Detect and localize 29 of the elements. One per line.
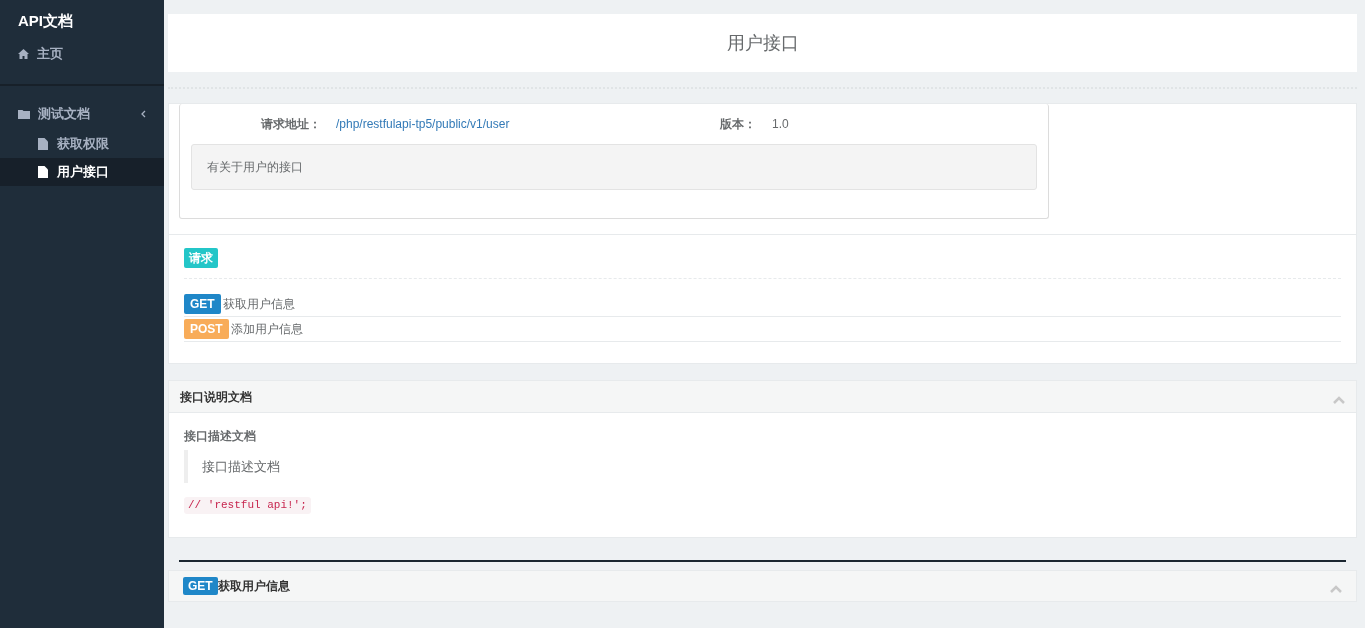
method-badge: GET: [184, 294, 221, 314]
version-label: 版本：: [719, 116, 756, 133]
method-badge: POST: [184, 319, 229, 339]
chevron-icon: [140, 110, 146, 118]
request-badge: 请求: [184, 248, 218, 268]
home-icon: [18, 49, 29, 59]
description-box: 有关于用户的接口: [191, 144, 1037, 190]
nav-item[interactable]: 用户接口: [0, 158, 164, 186]
panel-title: GET 获取用户信息: [183, 577, 290, 595]
url-link[interactable]: /php/restfulapi-tp5/public/v1/user: [336, 115, 716, 133]
file-icon: [38, 166, 48, 178]
nav-item[interactable]: 获取权限: [0, 130, 164, 158]
url-label: 请求地址：: [260, 116, 321, 133]
page-title: 用户接口: [726, 31, 799, 55]
chevron-up-icon[interactable]: [1330, 585, 1342, 593]
blockquote: 接口描述文档: [184, 450, 1341, 483]
chevron-up-icon[interactable]: [1333, 395, 1345, 404]
nav-group[interactable]: 测试文档: [0, 98, 164, 130]
folder-icon: [18, 109, 30, 119]
code-snippet: // 'restful api!';: [184, 497, 311, 514]
version-value: 1.0: [772, 116, 789, 133]
request-row[interactable]: POST 添加用户信息: [184, 317, 1341, 342]
request-row[interactable]: GET 获取用户信息: [184, 292, 1341, 317]
file-icon: [38, 138, 48, 150]
section-heading: 接口描述文档: [184, 428, 257, 445]
brand-title: API文档: [17, 11, 74, 31]
nav-link[interactable]: 主页: [0, 38, 164, 70]
method-badge: GET: [183, 577, 218, 595]
panel-title: 接口说明文档: [180, 388, 252, 406]
